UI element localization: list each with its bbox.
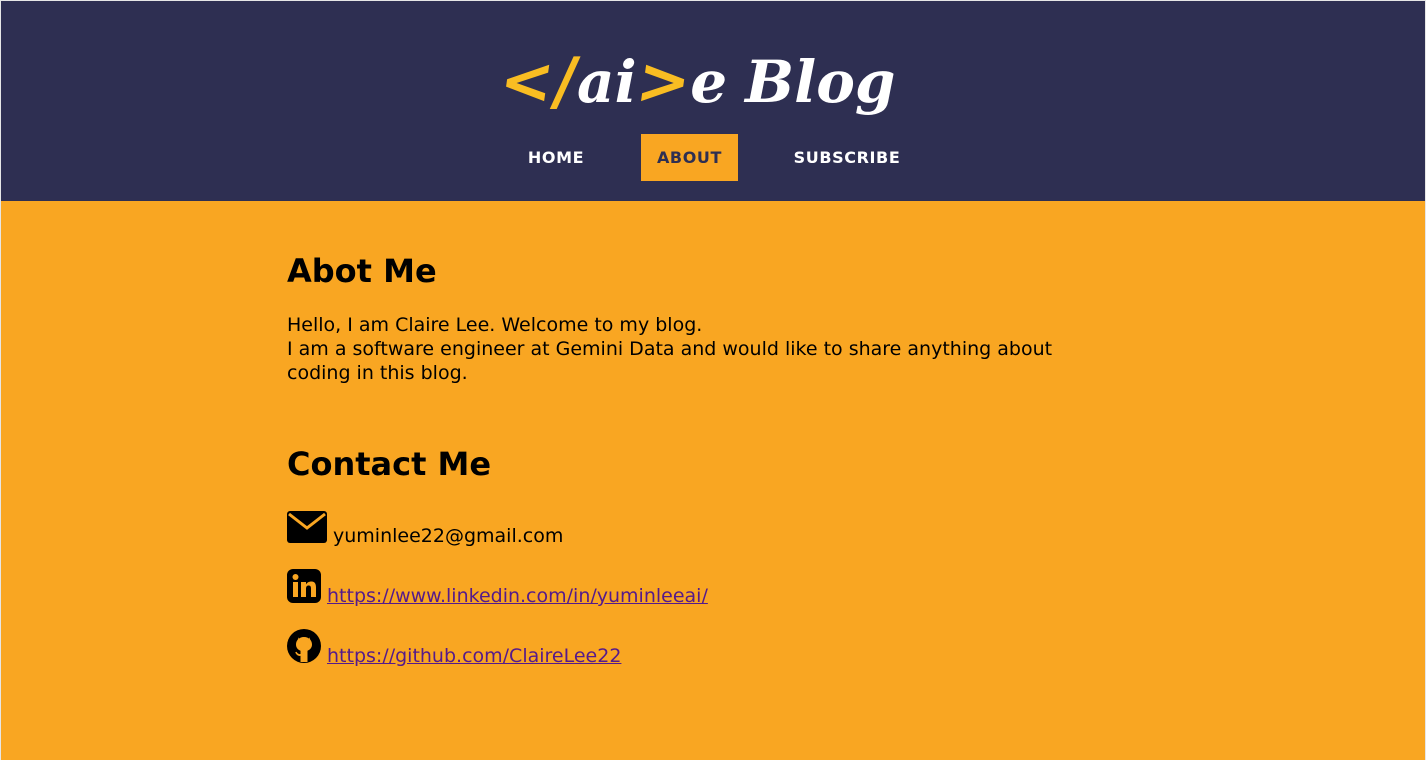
site-header: </ ai > e Blog HOME ABOUT SUBSCRIBE <box>1 0 1425 201</box>
logo-blog-word: Blog <box>745 48 896 116</box>
contact-email-row: yuminlee22@gmail.com <box>287 511 563 548</box>
nav-about[interactable]: ABOUT <box>641 134 738 181</box>
contact-email: yuminlee22@gmail.com <box>333 525 564 547</box>
nav-subscribe[interactable]: SUBSCRIBE <box>777 134 917 181</box>
logo-close-bracket: > <box>631 45 696 119</box>
logo-letters: ai <box>577 48 637 116</box>
about-title: Abot Me <box>287 252 437 290</box>
github-link[interactable]: https://github.com/ClaireLee22 <box>327 644 621 668</box>
linkedin-icon <box>287 569 321 608</box>
nav-home[interactable]: HOME <box>509 134 603 181</box>
about-text: Hello, I am Claire Lee. Welcome to my bl… <box>287 313 1107 385</box>
site-logo[interactable]: </ ai > e Blog <box>495 37 896 119</box>
envelope-icon <box>287 511 327 548</box>
linkedin-link[interactable]: https://www.linkedin.com/in/yuminleeai/ <box>327 584 708 608</box>
contact-title: Contact Me <box>287 445 492 483</box>
about-line-1: Hello, I am Claire Lee. Welcome to my bl… <box>287 314 703 336</box>
logo-tail: e <box>690 48 728 116</box>
logo-open-bracket: </ <box>494 45 583 119</box>
page: </ ai > e Blog HOME ABOUT SUBSCRIBE Abot… <box>0 0 1426 760</box>
github-icon <box>287 629 321 668</box>
main-nav: HOME ABOUT SUBSCRIBE <box>1 134 1425 181</box>
contact-linkedin-row: https://www.linkedin.com/in/yuminleeai/ <box>287 569 708 608</box>
about-line-2: I am a software engineer at Gemini Data … <box>287 338 1053 384</box>
contact-github-row: https://github.com/ClaireLee22 <box>287 629 621 668</box>
